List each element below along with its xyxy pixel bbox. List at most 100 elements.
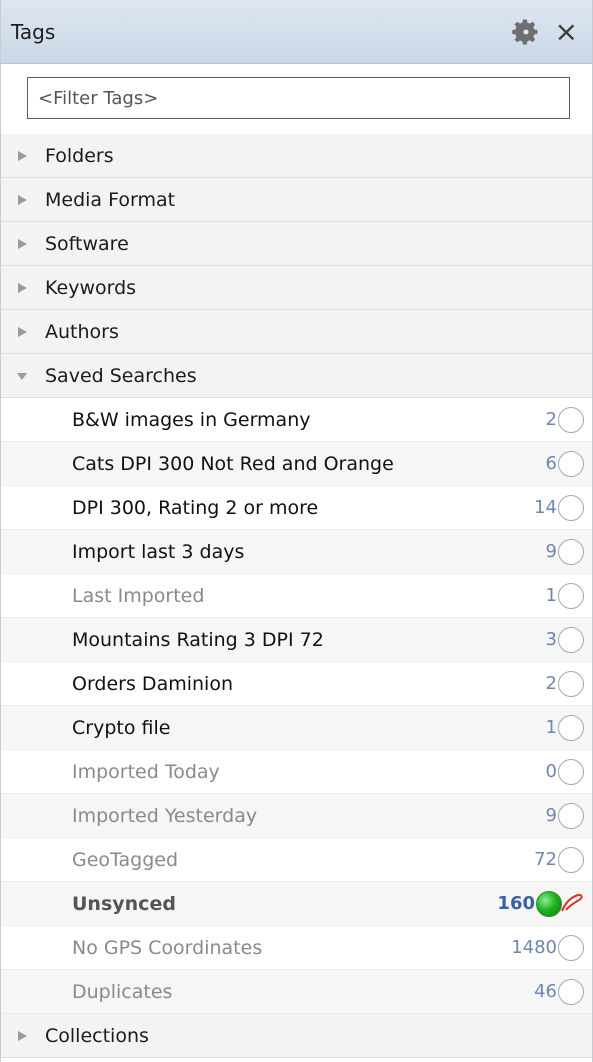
filter-area (1, 64, 592, 134)
status-dot[interactable] (558, 670, 584, 697)
saved-search-item[interactable]: Mountains Rating 3 DPI 72 3 (1, 618, 592, 662)
saved-search-label: Mountains Rating 3 DPI 72 (72, 628, 324, 651)
item-count: 3 (545, 629, 557, 650)
status-dot[interactable] (558, 758, 584, 785)
saved-search-label: Last Imported (72, 584, 205, 607)
status-dot[interactable] (558, 978, 584, 1005)
saved-search-right: 46 (534, 978, 584, 1005)
item-count: 160 (497, 893, 535, 914)
item-count: 2 (545, 409, 557, 430)
saved-search-item[interactable]: Duplicates 46 (1, 970, 592, 1014)
saved-search-item[interactable]: Imported Today 0 (1, 750, 592, 794)
triangle-right-icon[interactable] (15, 325, 29, 339)
panel-header: Tags × (1, 0, 592, 64)
status-dot[interactable] (558, 802, 584, 829)
group-collections[interactable]: Collections (1, 1014, 592, 1058)
saved-search-right: 1 (545, 714, 584, 741)
status-dot[interactable] (558, 714, 584, 741)
gear-icon[interactable] (511, 17, 541, 47)
group-label: Keywords (45, 276, 137, 299)
top-groups: Folders Media Format Software Keywords Autho… (1, 134, 592, 354)
saved-search-label: Imported Today (72, 760, 220, 783)
triangle-right-icon[interactable] (15, 193, 29, 207)
saved-search-item[interactable]: GeoTagged 72 (1, 838, 592, 882)
group-authors[interactable]: Authors (1, 310, 592, 354)
saved-search-item[interactable]: No GPS Coordinates 1480 (1, 926, 592, 970)
group-label: Folders (45, 144, 114, 167)
group-media-format[interactable]: Media Format (1, 178, 592, 222)
saved-search-label: Crypto file (72, 716, 171, 739)
item-count: 1480 (511, 937, 557, 958)
saved-search-item[interactable]: Cats DPI 300 Not Red and Orange 6 (1, 442, 592, 486)
saved-search-item[interactable]: Imported Yesterday 9 (1, 794, 592, 838)
status-dot[interactable] (558, 846, 584, 873)
close-icon[interactable]: × (555, 17, 578, 46)
saved-search-item[interactable]: DPI 300, Rating 2 or more 14 (1, 486, 592, 530)
item-count: 72 (534, 849, 557, 870)
saved-search-item[interactable]: Unsynced 160 (1, 882, 592, 926)
item-count: 0 (545, 761, 557, 782)
group-folders[interactable]: Folders (1, 134, 592, 178)
filter-tags-input[interactable] (27, 77, 570, 119)
item-count: 46 (534, 981, 557, 1002)
status-dot[interactable] (558, 494, 584, 521)
group-saved-searches[interactable]: Saved Searches (1, 354, 592, 398)
item-count: 9 (545, 805, 557, 826)
group-software[interactable]: Software (1, 222, 592, 266)
group-label: Media Format (45, 188, 176, 211)
status-dot[interactable] (558, 934, 584, 961)
saved-search-label: B&W images in Germany (72, 408, 311, 431)
triangle-right-icon[interactable] (15, 149, 29, 163)
saved-search-item[interactable]: Crypto file 1 (1, 706, 592, 750)
status-dot[interactable] (558, 450, 584, 477)
status-dot[interactable] (558, 582, 584, 609)
triangle-right-icon[interactable] (15, 281, 29, 295)
saved-search-label: Orders Daminion (72, 672, 233, 695)
saved-search-right: 6 (545, 450, 584, 477)
saved-search-label: No GPS Coordinates (72, 936, 263, 959)
saved-search-label: Imported Yesterday (72, 804, 258, 827)
saved-search-label: GeoTagged (72, 848, 179, 871)
header-tools: × (511, 17, 582, 47)
panel-title: Tags (11, 19, 56, 44)
item-count: 1 (545, 717, 557, 738)
saved-searches-list: B&W images in Germany 2 Cats DPI 300 Not R… (1, 398, 592, 1014)
saved-search-label: Duplicates (72, 980, 173, 1003)
saved-search-item[interactable]: Last Imported 1 (1, 574, 592, 618)
saved-search-label: DPI 300, Rating 2 or more (72, 496, 319, 519)
status-dot[interactable] (558, 538, 584, 565)
saved-search-right: 9 (545, 538, 584, 565)
group-label: Collections (45, 1024, 149, 1047)
saved-search-right: 9 (545, 802, 584, 829)
triangle-right-icon[interactable] (15, 1029, 29, 1043)
saved-search-label: Import last 3 days (72, 540, 245, 563)
saved-search-right: 160 (497, 890, 584, 917)
saved-search-right: 1480 (511, 934, 584, 961)
saved-search-right: 14 (534, 494, 584, 521)
group-keywords[interactable]: Keywords (1, 266, 592, 310)
saved-search-right: 0 (545, 758, 584, 785)
saved-search-right: 3 (545, 626, 584, 653)
saved-search-item[interactable]: Import last 3 days 9 (1, 530, 592, 574)
item-count: 1 (545, 585, 557, 606)
group-label: Saved Searches (45, 364, 197, 387)
item-count: 6 (545, 453, 557, 474)
saved-search-right: 2 (545, 670, 584, 697)
saved-search-label: Unsynced (72, 892, 176, 915)
group-label: Software (45, 232, 129, 255)
status-dot[interactable] (558, 626, 584, 653)
saved-search-item[interactable]: B&W images in Germany 2 (1, 398, 592, 442)
saved-search-item[interactable]: Orders Daminion 2 (1, 662, 592, 706)
tags-panel: Tags × Folders Media Format Software Keywor… (0, 0, 593, 1062)
item-count: 2 (545, 673, 557, 694)
item-count: 9 (545, 541, 557, 562)
saved-search-right: 1 (545, 582, 584, 609)
saved-search-right: 72 (534, 846, 584, 873)
triangle-down-icon[interactable] (15, 369, 29, 383)
triangle-right-icon[interactable] (15, 237, 29, 251)
pin-icon (561, 893, 583, 911)
status-dot[interactable] (558, 406, 584, 433)
saved-search-label: Cats DPI 300 Not Red and Orange (72, 452, 394, 475)
item-count: 14 (534, 497, 557, 518)
group-label: Authors (45, 320, 119, 343)
